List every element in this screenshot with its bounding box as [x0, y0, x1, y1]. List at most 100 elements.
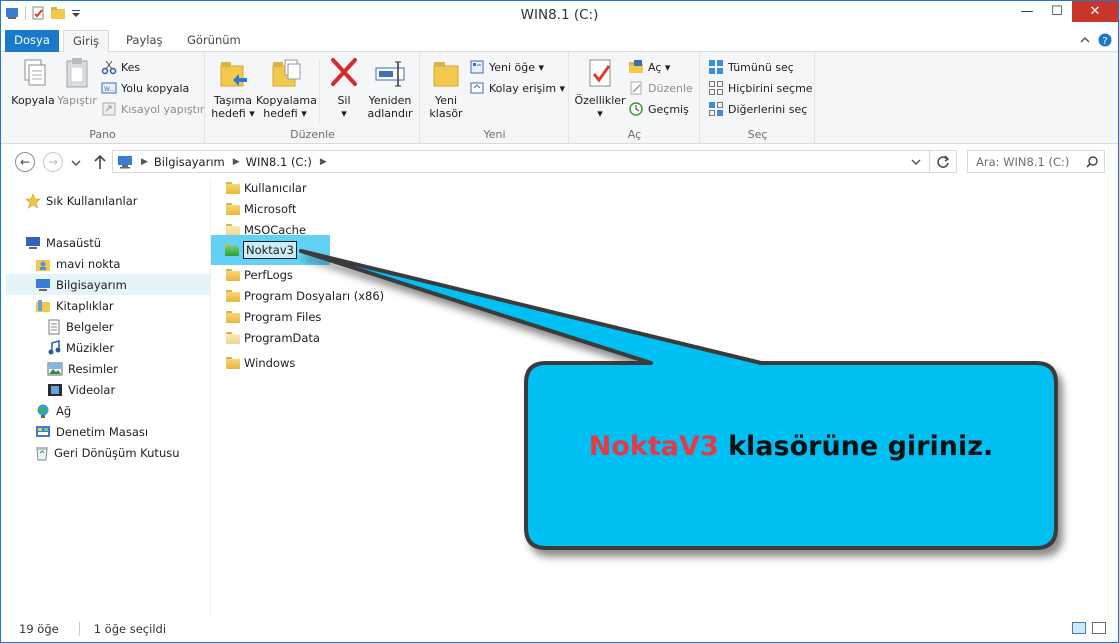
- nav-item-favorites[interactable]: Sık Kullanılanlar: [25, 190, 138, 211]
- nav-item-recycle-bin[interactable]: Geri Dönüşüm Kutusu: [35, 442, 180, 463]
- window-controls: — ☐ ✕: [1012, 1, 1118, 22]
- select-all-button[interactable]: Tümünü seç: [708, 57, 794, 77]
- history-button[interactable]: Geçmiş: [628, 99, 689, 119]
- copy-to-button[interactable]: Kopyalama hedefi ▾: [256, 56, 317, 120]
- nav-item-libraries[interactable]: Kitaplıklar: [35, 295, 114, 316]
- nav-item-pictures[interactable]: Resimler: [47, 358, 118, 379]
- file-item[interactable]: Windows: [226, 353, 295, 373]
- chevron-right-icon[interactable]: ▶: [320, 157, 327, 167]
- group-new: Yeni klasör Yeni öğe ▾ Kolay erişim ▾ Ye…: [421, 52, 569, 144]
- easy-access-button[interactable]: Kolay erişim ▾: [469, 78, 565, 98]
- search-input[interactable]: Ara: WIN8.1 (C:): [967, 150, 1105, 173]
- nav-label-videos: Videolar: [68, 382, 116, 397]
- edit-button[interactable]: Düzenle: [628, 78, 693, 98]
- file-item[interactable]: Kullanıcılar: [226, 178, 307, 198]
- chevron-right-icon[interactable]: ▶: [141, 157, 148, 167]
- close-button[interactable]: ✕: [1072, 1, 1118, 22]
- nav-item-user[interactable]: mavi nokta: [35, 253, 120, 274]
- refresh-icon[interactable]: [936, 154, 950, 169]
- recent-locations-icon[interactable]: [71, 158, 81, 168]
- file-item[interactable]: ProgramData: [226, 328, 320, 348]
- copy-button[interactable]: Kopyala: [11, 56, 55, 107]
- nav-item-music[interactable]: Müzikler: [47, 337, 114, 358]
- up-arrow-icon[interactable]: [93, 154, 107, 170]
- invert-selection-button[interactable]: Diğerlerini seç: [708, 99, 807, 119]
- arrow-right-icon: →: [47, 155, 59, 169]
- delete-button[interactable]: Sil ▾: [324, 56, 364, 120]
- details-view-icon[interactable]: [1072, 622, 1086, 634]
- nav-item-documents[interactable]: Belgeler: [47, 316, 114, 337]
- open-button[interactable]: Aç ▾: [628, 57, 670, 77]
- folder-icon: [226, 182, 240, 194]
- properties-button[interactable]: Özellikler ▾: [574, 56, 626, 120]
- paste-shortcut-button[interactable]: Kısayol yapıştır: [101, 99, 204, 119]
- open-icon: [629, 60, 643, 73]
- cut-button[interactable]: Kes: [101, 57, 140, 77]
- file-item[interactable]: Program Dosyaları (x86): [226, 286, 384, 306]
- address-bar[interactable]: ▶ Bilgisayarım ▶ WIN8.1 (C:) ▶: [112, 150, 957, 173]
- paste-shortcut-label: Kısayol yapıştır: [121, 102, 205, 116]
- nav-item-computer[interactable]: Bilgisayarım: [6, 274, 210, 295]
- breadcrumb-drive[interactable]: WIN8.1 (C:): [246, 155, 312, 169]
- address-dropdown-icon[interactable]: [911, 157, 921, 167]
- forward-button[interactable]: →: [43, 152, 63, 172]
- maximize-button[interactable]: ☐: [1042, 1, 1072, 22]
- tab-home[interactable]: Giriş: [63, 30, 109, 53]
- pictures-icon: [47, 362, 63, 375]
- nav-item-network[interactable]: Ağ: [35, 400, 71, 421]
- arrow-left-icon: ←: [19, 155, 31, 169]
- chevron-up-icon[interactable]: [1080, 35, 1090, 45]
- breadcrumb-computer[interactable]: Bilgisayarım: [154, 155, 225, 169]
- help-icon[interactable]: ?: [1098, 33, 1112, 47]
- nav-item-control-panel[interactable]: Denetim Masası: [35, 421, 148, 442]
- rename-icon: [375, 61, 405, 87]
- file-name: PerfLogs: [244, 268, 293, 282]
- address-row: ← → ▶ Bilgisayarım ▶ WIN8.1 (C:) ▶ Ara: …: [1, 144, 1118, 180]
- new-folder-button[interactable]: Yeni klasör: [427, 56, 465, 120]
- rename-button[interactable]: Yeniden adlandır: [366, 56, 414, 120]
- search-icon[interactable]: [1086, 156, 1098, 168]
- file-item[interactable]: PerfLogs: [226, 265, 293, 285]
- ribbon-tabs: Dosya Giriş Paylaş Görünüm ?: [1, 30, 1118, 53]
- select-none-button[interactable]: Hiçbirini seçme: [708, 78, 813, 98]
- tab-file[interactable]: Dosya: [5, 30, 59, 52]
- new-item-label: Yeni öğe ▾: [489, 60, 545, 74]
- new-item-button[interactable]: Yeni öğe ▾: [469, 57, 544, 77]
- user-folder-icon: [36, 259, 50, 271]
- properties-label: Özellikler: [574, 94, 626, 107]
- minimize-button[interactable]: —: [1012, 1, 1042, 22]
- nav-item-desktop[interactable]: Masaüstü: [25, 232, 101, 253]
- chevron-right-icon[interactable]: ▶: [233, 157, 240, 167]
- svg-text:?: ?: [1102, 36, 1107, 47]
- file-name: Program Files: [244, 310, 322, 324]
- edit-icon: [630, 81, 642, 95]
- scissors-icon: [101, 60, 117, 75]
- move-to-label-1: Taşıma: [214, 94, 252, 107]
- nav-label-computer: Bilgisayarım: [56, 277, 127, 292]
- nav-label-pictures: Resimler: [68, 361, 118, 376]
- back-button[interactable]: ←: [15, 152, 35, 172]
- recycle-bin-icon: [36, 446, 48, 460]
- folder-icon: [226, 357, 240, 369]
- nav-item-videos[interactable]: Videolar: [47, 379, 115, 400]
- move-to-button[interactable]: Taşıma hedefi ▾: [210, 56, 256, 120]
- new-folder-label-2: klasör: [429, 107, 463, 120]
- file-item-selected[interactable]: Noktav3: [211, 235, 330, 265]
- copy-path-label: Yolu kopyala: [121, 81, 190, 95]
- paste-button[interactable]: Yapıştır: [56, 56, 98, 107]
- copy-path-button[interactable]: W... Yolu kopyala: [101, 78, 189, 98]
- select-group-label: Seç: [747, 128, 768, 141]
- group-organize: Taşıma hedefi ▾ Kopyalama hedefi ▾ Sil ▾…: [206, 52, 420, 144]
- large-icons-view-icon[interactable]: [1092, 622, 1106, 634]
- status-item-count: 19 öğe: [19, 621, 59, 636]
- history-icon: [629, 102, 643, 116]
- tab-view[interactable]: Görünüm: [177, 30, 251, 52]
- tab-share[interactable]: Paylaş: [116, 30, 173, 52]
- file-item[interactable]: Microsoft: [226, 199, 296, 219]
- callout-message: klasörüne giriniz.: [718, 431, 994, 462]
- file-item[interactable]: Program Files: [226, 307, 321, 327]
- invert-selection-label: Diğerlerini seç: [728, 102, 808, 116]
- new-folder-large-icon: [433, 62, 459, 87]
- navigation-pane: Sık Kullanılanlar Masaüstü mavi nokta Bi…: [1, 180, 211, 617]
- nav-label-user: mavi nokta: [56, 256, 121, 271]
